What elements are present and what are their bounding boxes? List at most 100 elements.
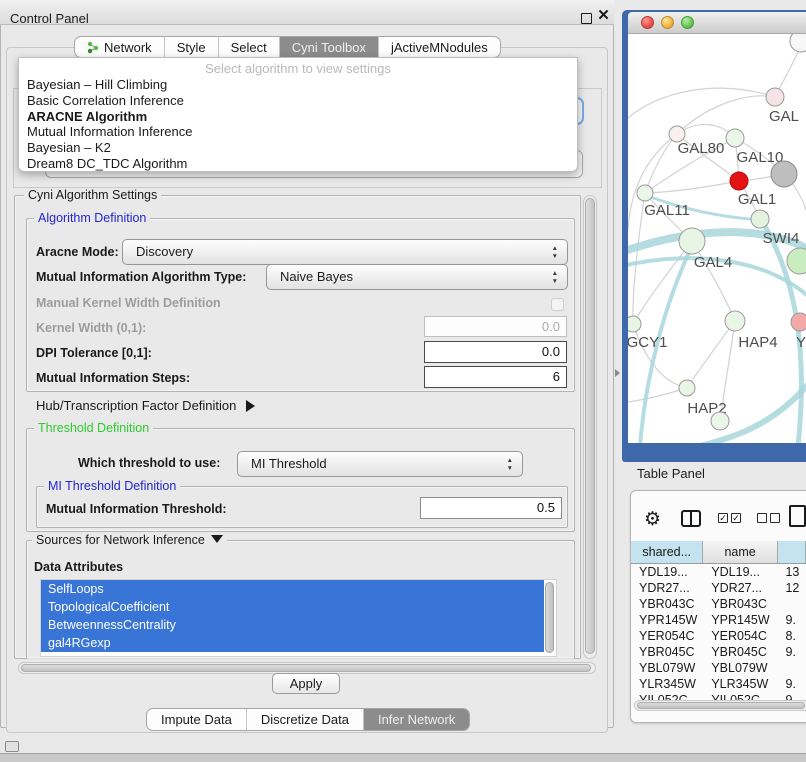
tab-label: Network	[104, 40, 152, 55]
unchecked-checkbox-icon[interactable]	[770, 513, 780, 523]
gear-icon[interactable]: ⚙	[644, 508, 661, 531]
sources-toggle[interactable]: Sources for Network Inference	[32, 533, 227, 547]
table-horizontal-scrollbar[interactable]	[634, 700, 806, 711]
combo-arrows-icon: ▲▼	[507, 457, 513, 473]
collapsed-panel-icon[interactable]	[5, 741, 19, 752]
network-canvas[interactable]: GALGAL80GAL10GAL1GAL11SWI4GAL4GCY1HAP4YH…	[628, 34, 806, 443]
table-row[interactable]: YBL079WYBL079W	[631, 661, 806, 677]
tab-infer-network[interactable]: Infer Network	[364, 709, 469, 730]
attribute-item[interactable]: SelfLoops	[41, 580, 544, 598]
aracne-mode-select[interactable]: Discovery ▲▼	[122, 239, 568, 265]
network-node[interactable]	[711, 412, 729, 430]
manual-kernel-checkbox[interactable]	[551, 298, 564, 311]
table-body: YDL19...YDL19...13YDR27...YDR27...12YBR0…	[631, 565, 806, 709]
table-cell: 9.	[777, 677, 806, 693]
mac-close-icon[interactable]	[641, 16, 654, 29]
float-window-icon[interactable]	[581, 13, 592, 24]
column-header[interactable]	[778, 541, 806, 564]
algorithm-option[interactable]: ARACNE Algorithm	[19, 109, 577, 125]
network-node-label: GAL4	[694, 254, 732, 271]
network-node-swi4[interactable]	[751, 210, 769, 228]
attribute-item[interactable]: gal4RGexp	[41, 634, 544, 652]
checked-checkbox-icon[interactable]: ✓	[718, 513, 728, 523]
attributes-scrollbar[interactable]	[545, 582, 554, 653]
network-node-gal10[interactable]	[726, 129, 744, 147]
table-cell: 9.	[777, 645, 806, 661]
tab-impute-data[interactable]: Impute Data	[147, 709, 247, 730]
cyni-settings-title: Cyni Algorithm Settings	[24, 188, 161, 202]
network-edge[interactable]	[645, 134, 677, 193]
algorithm-option[interactable]: Dream8 DC_TDC Algorithm	[19, 156, 577, 172]
tab-network[interactable]: Network	[75, 37, 165, 57]
table-row[interactable]: YBR045CYBR045C9.	[631, 645, 806, 661]
network-node-y[interactable]	[791, 313, 806, 331]
algorithm-option[interactable]: Bayesian – Hill Climbing	[19, 77, 577, 93]
mi-steps-input[interactable]: 6	[424, 366, 567, 388]
attribute-item[interactable]: TopologicalCoefficient	[41, 598, 544, 616]
split-columns-icon[interactable]	[681, 510, 701, 527]
table-cell	[777, 661, 806, 677]
mac-zoom-icon[interactable]	[681, 16, 694, 29]
network-edge[interactable]	[677, 96, 775, 134]
network-node-label: GAL1	[738, 191, 776, 208]
network-node-gal4[interactable]	[679, 228, 705, 254]
network-edge[interactable]	[692, 241, 735, 321]
control-panel-tab-bar: Network StyleSelect Cyni Toolbox jActiveMNo…	[74, 36, 501, 58]
network-node-gal1[interactable]	[730, 172, 748, 190]
checked-checkbox-icon[interactable]: ✓	[731, 513, 741, 523]
algorithm-option[interactable]: Mutual Information Inference	[19, 124, 577, 140]
mi-threshold-input[interactable]: 0.5	[420, 497, 562, 519]
document-icon[interactable]	[789, 505, 806, 527]
network-canvas-svg: GALGAL80GAL10GAL1GAL11SWI4GAL4GCY1HAP4YH…	[628, 34, 806, 443]
tab-cyni-toolbox[interactable]: Cyni Toolbox	[280, 37, 379, 57]
table-row[interactable]: YBR043CYBR043C	[631, 597, 806, 613]
network-node[interactable]	[790, 34, 806, 52]
which-threshold-select[interactable]: MI Threshold ▲▼	[237, 451, 523, 477]
table-row[interactable]: YER054CYER054C8.	[631, 629, 806, 645]
network-edge[interactable]	[628, 88, 775, 118]
hub-section-toggle[interactable]: Hub/Transcription Factor Definition	[36, 398, 255, 413]
mac-minimize-icon[interactable]	[661, 16, 674, 29]
close-icon[interactable]: ✕	[597, 10, 610, 23]
unchecked-checkbox-icon[interactable]	[757, 513, 767, 523]
tab-jactivemnodules[interactable]: jActiveMNodules	[379, 37, 500, 57]
network-window-titlebar[interactable]	[628, 12, 806, 34]
settings-vertical-scrollbar[interactable]	[583, 195, 597, 659]
tab-discretize-data[interactable]: Discretize Data	[247, 709, 364, 730]
tab-label: Cyni Toolbox	[292, 40, 366, 55]
aracne-mode-value: Discovery	[136, 244, 193, 259]
algorithm-option[interactable]: Basic Correlation Inference	[19, 93, 577, 109]
column-header[interactable]: shared...	[631, 541, 703, 564]
network-edge[interactable]	[687, 321, 735, 388]
network-node-gal11[interactable]	[637, 185, 653, 201]
algorithm-dropdown-placeholder: Select algorithm to view settings	[19, 58, 577, 77]
kernel-width-input[interactable]: 0.0	[424, 316, 567, 337]
dpi-tolerance-input[interactable]: 0.0	[424, 341, 567, 363]
attribute-item[interactable]: BetweennessCentrality	[41, 616, 544, 634]
tab-style[interactable]: Style	[165, 37, 219, 57]
network-node-label: GAL	[769, 108, 799, 125]
table-cell: YDL19...	[703, 565, 777, 581]
table-row[interactable]: YPR145WYPR145W9.	[631, 613, 806, 629]
table-row[interactable]: YDR27...YDR27...12	[631, 581, 806, 597]
apply-button[interactable]: Apply	[272, 673, 340, 694]
panel-splitter-handle[interactable]	[615, 369, 620, 377]
network-edge[interactable]	[633, 241, 692, 324]
network-node-hap4[interactable]	[725, 311, 745, 331]
hub-section-label: Hub/Transcription Factor Definition	[36, 398, 236, 413]
network-node-gal[interactable]	[766, 88, 784, 106]
table-row[interactable]: YDL19...YDL19...13	[631, 565, 806, 581]
network-node[interactable]	[787, 248, 806, 274]
network-edge[interactable]	[628, 388, 687, 402]
tab-select[interactable]: Select	[219, 37, 280, 57]
network-node-hap2[interactable]	[679, 380, 695, 396]
network-edge[interactable]	[633, 193, 645, 324]
kernel-width-label: Kernel Width (0,1):	[36, 321, 146, 335]
algorithm-option[interactable]: Bayesian – K2	[19, 140, 577, 156]
table-cell	[777, 597, 806, 613]
network-node[interactable]	[771, 161, 797, 187]
mi-type-select[interactable]: Naive Bayes ▲▼	[266, 264, 568, 290]
network-node-gcy1[interactable]	[628, 316, 641, 332]
table-row[interactable]: YLR345WYLR345W9.	[631, 677, 806, 693]
column-header[interactable]: name	[703, 541, 777, 564]
